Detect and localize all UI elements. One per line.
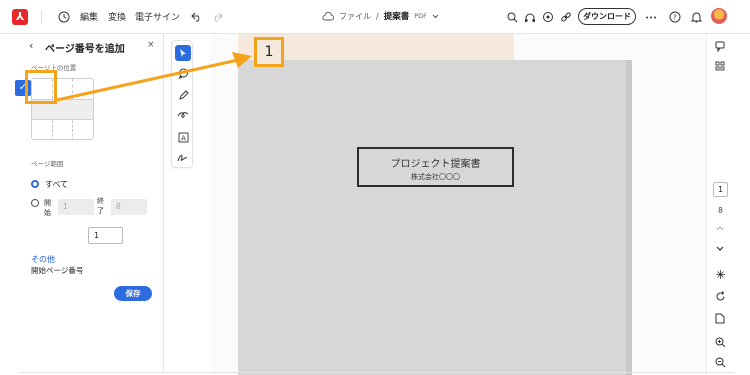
zoom-out-icon[interactable] <box>711 354 729 370</box>
zoom-in-icon[interactable] <box>711 334 729 350</box>
rotate-icon[interactable] <box>711 288 729 304</box>
chevron-up-icon[interactable] <box>711 220 729 236</box>
thumbnails-icon[interactable] <box>711 58 729 74</box>
page-document-icon[interactable] <box>711 310 729 326</box>
chevron-down-icon[interactable] <box>711 240 729 256</box>
current-page-field[interactable]: 1 <box>713 182 728 197</box>
total-pages: 8 <box>718 206 723 215</box>
window-bottom-border <box>20 372 735 373</box>
comments-panel-icon[interactable] <box>711 38 729 54</box>
annotation-arrow <box>56 52 252 102</box>
ai-sparkle-icon[interactable] <box>711 266 729 282</box>
